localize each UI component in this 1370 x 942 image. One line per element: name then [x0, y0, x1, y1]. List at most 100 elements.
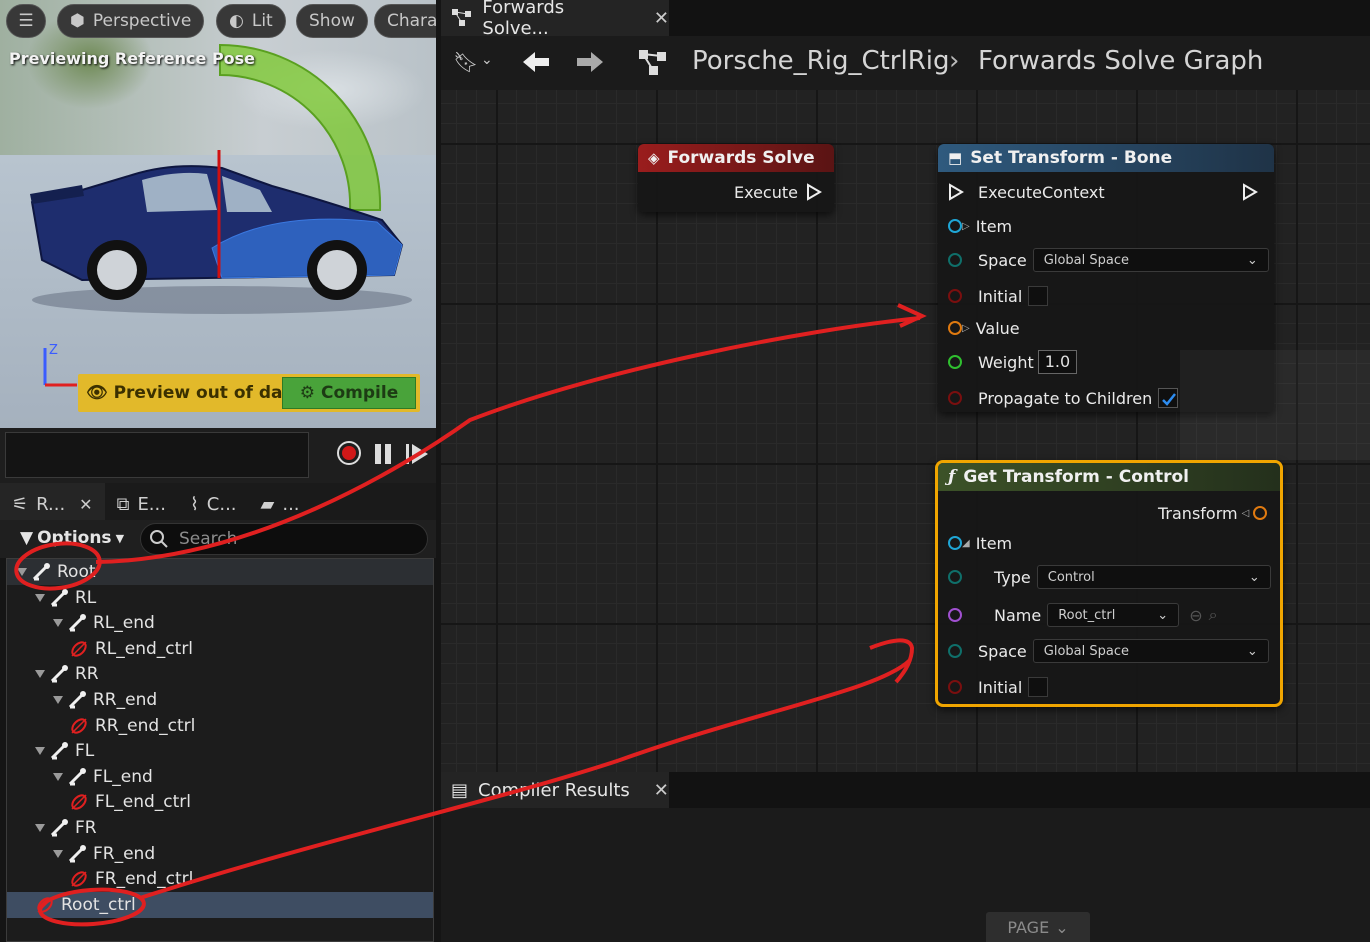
- tree-item-rl-end[interactable]: RL_end: [7, 610, 433, 636]
- weight-label: Weight: [978, 352, 1034, 372]
- propagate-pin[interactable]: [948, 391, 962, 405]
- checkmark-icon: [1162, 393, 1177, 406]
- expand-arrow-icon[interactable]: [35, 824, 45, 832]
- tree-item-rr-end[interactable]: RR_end: [7, 687, 433, 713]
- space-value: Global Space: [1043, 252, 1129, 268]
- expand-arrow-icon[interactable]: [35, 593, 45, 602]
- value-label: Value: [975, 318, 1020, 338]
- tab-forwards-solve-graph[interactable]: Forwards Solve... ✕: [441, 0, 669, 39]
- expand-arrow-icon[interactable]: [53, 619, 63, 628]
- close-icon[interactable]: ✕: [654, 8, 669, 29]
- perspective-button[interactable]: ⬢ Perspective: [57, 4, 205, 38]
- tree-item-rl-end-ctrl[interactable]: RL_end_ctrl: [7, 636, 433, 662]
- tab-curve-container[interactable]: ⌇ C...: [178, 483, 249, 525]
- tab-execution-stack[interactable]: ⧉ E...: [105, 483, 178, 525]
- item-pin[interactable]: [948, 536, 962, 550]
- compile-button[interactable]: ⚙ Compile: [282, 377, 416, 409]
- tree-item-root[interactable]: Root: [7, 559, 433, 585]
- item-pin[interactable]: [948, 219, 962, 233]
- exec-pin-icon[interactable]: [806, 183, 822, 201]
- node-forwards-solve[interactable]: ◈ Forwards Solve Execute: [638, 144, 834, 212]
- initial-checkbox[interactable]: [1028, 677, 1049, 697]
- tree-item-rr[interactable]: RR: [7, 661, 433, 687]
- collapse-triangle-icon[interactable]: ◢: [962, 538, 970, 549]
- timeline-field[interactable]: [5, 432, 309, 478]
- step-forward-icon[interactable]: [404, 440, 432, 468]
- search-box[interactable]: [140, 523, 428, 555]
- chevron-down-icon: ▼: [115, 531, 125, 545]
- close-icon[interactable]: ✕: [79, 495, 92, 514]
- name-pin-row: Name Root_ctrl ⌄ ⊖ ⌕: [948, 603, 1218, 627]
- type-pin[interactable]: [948, 570, 962, 584]
- breadcrumb-graph[interactable]: Forwards Solve Graph: [978, 46, 1263, 76]
- node-get-transform-control[interactable]: ƒ Get Transform - Control Transform ◁ ◢ …: [935, 460, 1283, 707]
- type-dropdown[interactable]: Control ⌄: [1036, 565, 1271, 589]
- node-header: ⬒ Set Transform - Bone: [938, 144, 1274, 172]
- forward-arrow-icon[interactable]: [575, 50, 605, 74]
- space-dropdown[interactable]: Global Space ⌄: [1032, 639, 1269, 663]
- browse-icon[interactable]: ⌕: [1209, 605, 1218, 625]
- tree-item-fl[interactable]: FL: [7, 738, 433, 764]
- space-pin[interactable]: [948, 253, 962, 267]
- bookmark-icon[interactable]: 🔖︎: [453, 50, 478, 74]
- transform-pin[interactable]: [1253, 506, 1268, 520]
- initial-checkbox[interactable]: [1028, 286, 1049, 306]
- viewport[interactable]: Z ☰ ⬢ Perspective ◐ Lit Show Chara Previ…: [0, 0, 436, 428]
- search-input[interactable]: [179, 529, 409, 549]
- tree-item-fl-end-ctrl[interactable]: FL_end_ctrl: [7, 789, 433, 815]
- space-dropdown[interactable]: Global Space ⌄: [1032, 248, 1269, 272]
- tab-rig-hierarchy[interactable]: ⚟ R... ✕: [0, 483, 105, 525]
- expand-triangle-icon[interactable]: ▷: [962, 323, 970, 334]
- faded-tooltip: [1180, 350, 1370, 460]
- propagate-checkbox[interactable]: [1158, 388, 1179, 408]
- lit-button[interactable]: ◐ Lit: [216, 4, 286, 38]
- chevron-down-icon[interactable]: ⌄: [481, 52, 493, 68]
- breadcrumb-asset[interactable]: Porsche_Rig_CtrlRig: [692, 46, 950, 76]
- back-arrow-icon[interactable]: [521, 50, 551, 74]
- use-selected-icon[interactable]: ⊖: [1189, 606, 1202, 625]
- function-icon: ⬒: [948, 149, 963, 167]
- expand-arrow-icon[interactable]: [53, 772, 63, 781]
- tree-item-root-ctrl[interactable]: Root_ctrl: [7, 891, 433, 918]
- execute-context-row: ExecuteContext: [948, 180, 1268, 204]
- weight-input[interactable]: 1.0: [1037, 350, 1078, 374]
- value-pin[interactable]: [948, 321, 962, 335]
- viewport-menu-button[interactable]: ☰: [6, 4, 46, 38]
- expand-arrow-icon[interactable]: [35, 747, 45, 756]
- page-dropdown-button[interactable]: PAGE ⌄: [986, 912, 1090, 942]
- tab-compiler-results[interactable]: ▤ Compiler Results ✕: [441, 772, 669, 808]
- compiler-results-panel: PAGE ⌄: [441, 808, 1370, 942]
- expand-arrow-icon[interactable]: [53, 849, 63, 858]
- expand-triangle-icon[interactable]: ◁: [1242, 508, 1250, 519]
- expand-arrow-icon[interactable]: [35, 670, 45, 679]
- exec-pin-icon[interactable]: [948, 183, 964, 201]
- space-pin[interactable]: [948, 644, 962, 658]
- show-button[interactable]: Show: [296, 4, 368, 38]
- tree-item-rr-end-ctrl[interactable]: RR_end_ctrl: [7, 713, 433, 739]
- tree-item-rl[interactable]: RL: [7, 585, 433, 611]
- expand-arrow-icon[interactable]: [17, 568, 27, 576]
- graph-icon: [639, 50, 666, 75]
- tree-item-fl-end[interactable]: FL_end: [7, 764, 433, 790]
- initial-pin[interactable]: [948, 289, 962, 303]
- node-title: Set Transform - Bone: [970, 148, 1173, 168]
- tree-item-label: RR_end: [93, 690, 158, 710]
- character-button[interactable]: Chara: [374, 4, 436, 38]
- tab-label: R...: [36, 493, 66, 515]
- tree-item-fr-end[interactable]: FR_end: [7, 841, 433, 867]
- weight-pin[interactable]: [948, 355, 962, 369]
- exec-out-pin-icon[interactable]: [1242, 183, 1258, 201]
- name-dropdown[interactable]: Root_ctrl ⌄: [1047, 603, 1180, 627]
- bone-icon: [50, 588, 68, 607]
- pause-icon[interactable]: [372, 440, 396, 468]
- expand-triangle-icon[interactable]: ▷: [962, 221, 970, 232]
- tree-item-fr[interactable]: FR: [7, 815, 433, 841]
- initial-pin[interactable]: [948, 680, 962, 694]
- tab-other[interactable]: ▰ ...: [249, 483, 312, 525]
- close-icon[interactable]: ✕: [654, 780, 669, 801]
- options-dropdown[interactable]: ▼ Options ▼: [20, 528, 124, 548]
- tree-item-fr-end-ctrl[interactable]: FR_end_ctrl: [7, 866, 433, 892]
- expand-arrow-icon[interactable]: [53, 696, 63, 704]
- record-icon[interactable]: [336, 440, 364, 468]
- name-pin[interactable]: [948, 608, 962, 622]
